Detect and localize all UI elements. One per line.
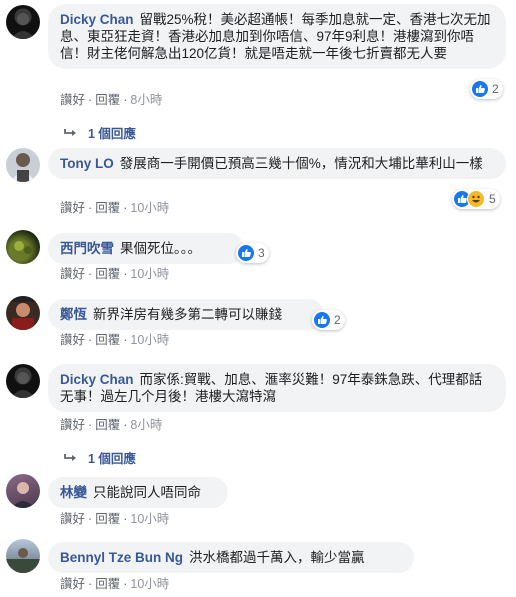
replies-count[interactable]: 1 個回應 — [88, 452, 136, 466]
reaction-count: 2 — [334, 313, 341, 327]
replies-count[interactable]: 1 個回應 — [88, 127, 136, 141]
haha-icon — [467, 190, 485, 208]
reply-arrow-icon — [64, 451, 78, 466]
author-name[interactable]: Dicky Chan — [60, 372, 134, 387]
reply-link[interactable]: 回覆 — [95, 267, 120, 281]
like-link[interactable]: 讚好 — [60, 93, 85, 107]
reaction-summary[interactable]: 3 — [236, 243, 269, 263]
comment-actions: 讚好 · 回覆 · 10小時 — [60, 577, 170, 591]
author-name[interactable]: Tony LO — [60, 156, 114, 171]
like-icon — [238, 245, 254, 261]
comment-actions: 讚好 · 回覆 · 10小時 — [60, 333, 170, 347]
like-link[interactable]: 讚好 — [60, 577, 85, 591]
comment-actions: 讚好 · 回覆 · 8小時 — [60, 93, 163, 107]
comment-text: 發展商一手開價已預高三幾十個%，情況和大埔比華利山一樣 — [119, 156, 483, 171]
timestamp[interactable]: 8小時 — [130, 93, 162, 107]
comment-bubble: Tony LO 發展商一手開價已預高三幾十個%，情況和大埔比華利山一樣 — [48, 148, 506, 179]
avatar[interactable] — [6, 539, 40, 573]
reaction-summary[interactable]: 2 — [470, 79, 503, 99]
comment-bubble: Dicky Chan 而家係:貿戰、加息、滙率災難！97年泰銖急跌、代理都話无事！… — [48, 364, 506, 412]
view-replies-link[interactable]: 1 個回應 — [64, 123, 136, 142]
like-link[interactable]: 讚好 — [60, 201, 85, 215]
view-replies-link[interactable]: 1 個回應 — [64, 448, 136, 467]
reaction-count: 3 — [258, 246, 265, 260]
reaction-count: 2 — [492, 82, 499, 96]
comment-bubble: Bennyl Tze Bun Ng 洪水橋都過千萬入，輸少當贏 — [48, 542, 414, 573]
reaction-summary[interactable]: 5 — [452, 189, 500, 209]
comment-actions: 讚好 · 回覆 · 8小時 — [60, 418, 163, 432]
comment-text: 只能說同人唔同命 — [93, 485, 201, 500]
reply-arrow-icon — [64, 126, 78, 141]
timestamp[interactable]: 10小時 — [130, 512, 169, 526]
comment-actions: 讚好 · 回覆 · 10小時 — [60, 201, 170, 215]
reply-link[interactable]: 回覆 — [95, 418, 120, 432]
timestamp[interactable]: 8小時 — [130, 418, 162, 432]
like-link[interactable]: 讚好 — [60, 418, 85, 432]
reaction-summary[interactable]: 2 — [312, 310, 345, 330]
avatar[interactable] — [6, 148, 40, 182]
comment-text: 洪水橋都過千萬入，輸少當贏 — [189, 550, 365, 565]
comment-bubble: 鄭恆 新界洋房有幾多第二轉可以賺錢 — [48, 299, 324, 330]
author-name[interactable]: Bennyl Tze Bun Ng — [60, 550, 183, 565]
comment-bubble: 林變 只能說同人唔同命 — [48, 477, 228, 508]
reply-link[interactable]: 回覆 — [95, 333, 120, 347]
avatar[interactable] — [6, 474, 40, 508]
reply-link[interactable]: 回覆 — [95, 512, 120, 526]
comment-bubble: Dicky Chan 留戰25%稅！美必超通帳！每季加息就一定、香港七次无加息、東… — [48, 4, 506, 69]
like-icon — [472, 81, 488, 97]
reply-link[interactable]: 回覆 — [95, 93, 120, 107]
like-icon — [314, 312, 330, 328]
author-name[interactable]: Dicky Chan — [60, 12, 134, 27]
timestamp[interactable]: 10小時 — [130, 577, 169, 591]
comment-actions: 讚好 · 回覆 · 10小時 — [60, 267, 170, 281]
avatar[interactable] — [6, 364, 40, 398]
comment-bubble: 西門吹雪 果個死位。。。 — [48, 233, 244, 264]
comment-actions: 讚好 · 回覆 · 10小時 — [60, 512, 170, 526]
author-name[interactable]: 林變 — [60, 485, 87, 500]
timestamp[interactable]: 10小時 — [130, 201, 169, 215]
timestamp[interactable]: 10小時 — [130, 333, 169, 347]
author-name[interactable]: 西門吹雪 — [60, 241, 114, 256]
reply-link[interactable]: 回覆 — [95, 577, 120, 591]
like-link[interactable]: 讚好 — [60, 267, 85, 281]
avatar[interactable] — [6, 296, 40, 330]
timestamp[interactable]: 10小時 — [130, 267, 169, 281]
reaction-count: 5 — [489, 192, 496, 206]
reply-link[interactable]: 回覆 — [95, 201, 120, 215]
comment-text: 果個死位。。。 — [120, 241, 201, 256]
author-name[interactable]: 鄭恆 — [60, 307, 87, 322]
like-link[interactable]: 讚好 — [60, 333, 85, 347]
avatar[interactable] — [6, 230, 40, 264]
comment-text: 新界洋房有幾多第二轉可以賺錢 — [93, 307, 282, 322]
avatar[interactable] — [6, 5, 40, 39]
like-link[interactable]: 讚好 — [60, 512, 85, 526]
